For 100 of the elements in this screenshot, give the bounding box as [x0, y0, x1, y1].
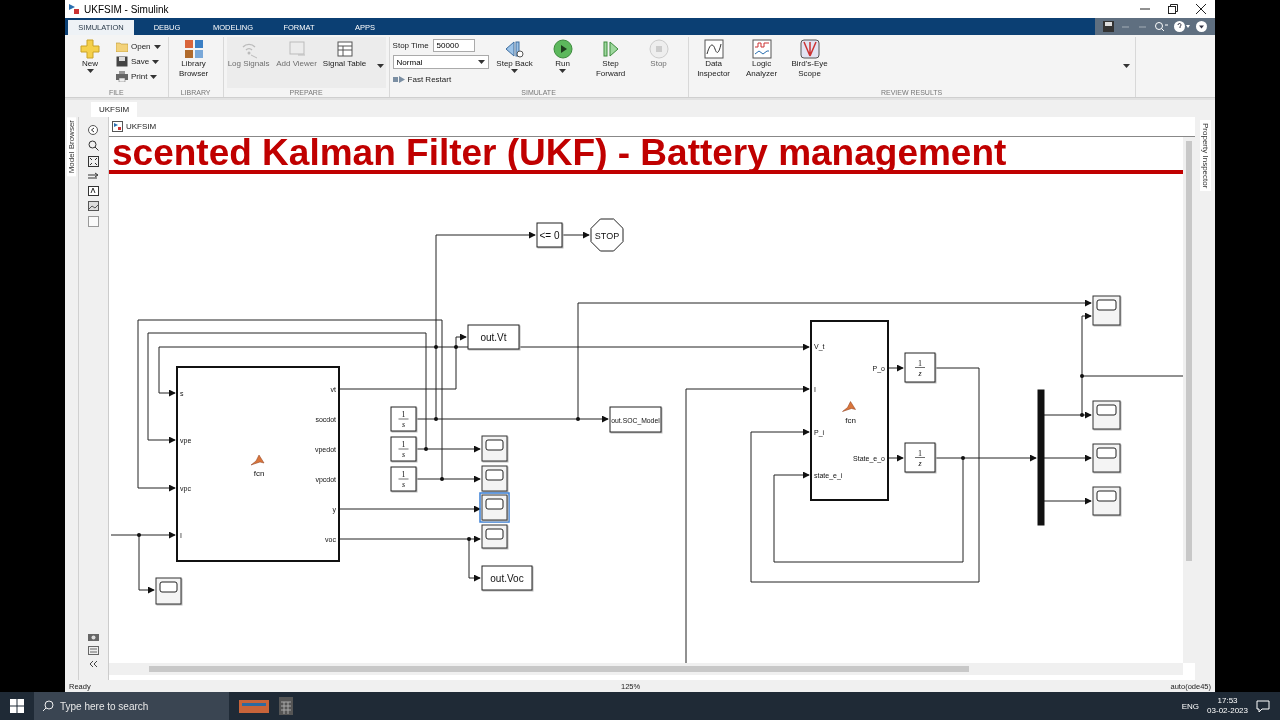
ribbon-button[interactable]: Bird's-Eye Scope: [787, 39, 832, 79]
caret-icon: [511, 69, 519, 73]
printer-icon: [116, 71, 128, 82]
model-browser-tab[interactable]: Model Browser: [67, 117, 76, 177]
help-icon[interactable]: [1174, 21, 1190, 32]
fast-restart-button[interactable]: Fast Restart: [392, 72, 489, 87]
fast-restart-icon: [392, 75, 405, 84]
junction-dot: [1079, 413, 1084, 417]
matlab-function-block[interactable]: [175, 366, 340, 562]
junction-dot: [575, 417, 580, 421]
text-annotation-icon[interactable]: [87, 186, 99, 196]
ribbon-button[interactable]: Logic Analyzer: [739, 39, 784, 79]
ribbon-button[interactable]: Save: [116, 54, 161, 69]
step-forward-icon: [600, 39, 621, 59]
caret-icon: [477, 60, 485, 64]
simulink-app-icon: [68, 3, 80, 15]
scope-block[interactable]: [155, 577, 182, 605]
search-icon[interactable]: [1154, 21, 1168, 32]
ribbon-button[interactable]: Step Forward: [588, 39, 633, 79]
taskbar-clock[interactable]: 17:53 03-02-2023: [1207, 696, 1248, 716]
restore-icon: [1168, 4, 1178, 14]
list-icon[interactable]: [87, 646, 99, 655]
caret-icon: [1122, 64, 1130, 68]
back-icon[interactable]: [88, 125, 99, 135]
junction-dot: [433, 417, 438, 421]
integrator-block[interactable]: 1 s: [390, 466, 417, 492]
folder-icon: [116, 41, 128, 52]
viewer-window-icon: [286, 39, 307, 59]
scope-block[interactable]: [481, 465, 508, 492]
library-grid-icon: [183, 39, 204, 59]
mux-block[interactable]: [1037, 389, 1045, 526]
ribbon-button[interactable]: New: [68, 39, 112, 73]
ribbon-button[interactable]: Step Back: [492, 39, 537, 73]
scrollbar-thumb[interactable]: [1185, 141, 1192, 561]
delay-block[interactable]: 1 z: [904, 442, 936, 473]
junction-dot: [439, 477, 444, 481]
start-button[interactable]: [10, 699, 24, 713]
field-label: Stop Time: [392, 41, 429, 50]
to-workspace-block[interactable]: out.Vt: [467, 324, 520, 350]
ribbon-button[interactable]: Open: [116, 39, 161, 54]
close-icon: [1196, 4, 1206, 14]
junction-dot: [453, 345, 458, 349]
junction-dot: [423, 447, 428, 451]
stop-time-field[interactable]: 50000: [432, 39, 475, 52]
ribbon-button[interactable]: Library Browser: [171, 39, 216, 79]
area-icon[interactable]: [87, 216, 99, 227]
property-inspector-tab[interactable]: Property Inspector: [1199, 120, 1211, 192]
caret-icon: [559, 69, 567, 73]
ribbon-button[interactable]: Data Inspector: [691, 39, 736, 79]
signal-line: [1043, 454, 1092, 462]
image-icon[interactable]: [87, 201, 99, 211]
delay-block[interactable]: 1 z: [904, 352, 936, 383]
floppy-icon: [116, 56, 128, 67]
plus-icon: [80, 39, 100, 59]
language-indicator[interactable]: ENG: [1181, 701, 1200, 711]
logic-waveform-icon: [751, 39, 772, 59]
notification-icon[interactable]: [1256, 699, 1270, 713]
scope-block[interactable]: [479, 492, 510, 523]
matlab-logo-icon: [250, 454, 265, 466]
caret-icon: [376, 64, 384, 68]
compare-block[interactable]: <= 0: [536, 222, 563, 248]
block-name: fcn: [253, 469, 265, 478]
scope-block[interactable]: [1092, 486, 1121, 516]
stop-icon: [648, 39, 669, 59]
stop-block[interactable]: STOP: [590, 218, 624, 252]
junction-dot: [960, 456, 965, 460]
to-workspace-block[interactable]: out.Voc: [481, 565, 533, 591]
taskbar-search[interactable]: Type here to search: [34, 692, 229, 720]
mode-dropdown[interactable]: Normal: [392, 55, 489, 69]
ribbon-button[interactable]: Run: [540, 39, 585, 73]
taskbar-app-icon[interactable]: [239, 697, 269, 715]
junction-dot: [433, 345, 438, 349]
collapse-palette-icon[interactable]: [88, 660, 99, 668]
signal-line: [1043, 497, 1092, 505]
breadcrumb-link[interactable]: UKFSIM: [125, 122, 157, 131]
arrows-icon[interactable]: [87, 172, 99, 181]
scope-block[interactable]: [1092, 443, 1121, 473]
integrator-block[interactable]: 1 s: [390, 406, 417, 432]
fit-view-icon[interactable]: [87, 156, 99, 167]
ribbon-button[interactable]: Print: [116, 69, 161, 84]
camera-icon[interactable]: [87, 632, 99, 641]
table-icon: [334, 39, 355, 59]
calculator-icon[interactable]: [279, 697, 293, 715]
scope-block[interactable]: [1092, 400, 1121, 430]
window-title: UKFSIM - Simulink: [84, 3, 169, 15]
matlab-function-block[interactable]: [809, 320, 889, 501]
editor-tab[interactable]: UKFSIM: [91, 102, 138, 117]
birdseye-icon: [799, 39, 820, 59]
scope-block[interactable]: [1092, 295, 1121, 326]
scrollbar-thumb[interactable]: [148, 666, 969, 672]
search-icon: [42, 700, 54, 712]
ribbon-button[interactable]: Signal Table: [322, 39, 367, 69]
scope-block[interactable]: [481, 435, 508, 462]
junction-dot: [1079, 374, 1084, 378]
save-icon[interactable]: [1103, 21, 1114, 32]
scope-block[interactable]: [481, 524, 508, 549]
diagram-title: scented Kalman Filter (UKF) - Battery management: [111, 137, 1007, 173]
zoom-icon[interactable]: [87, 140, 99, 151]
collapse-icon[interactable]: [1196, 21, 1207, 32]
integrator-block[interactable]: 1 s: [390, 436, 417, 462]
